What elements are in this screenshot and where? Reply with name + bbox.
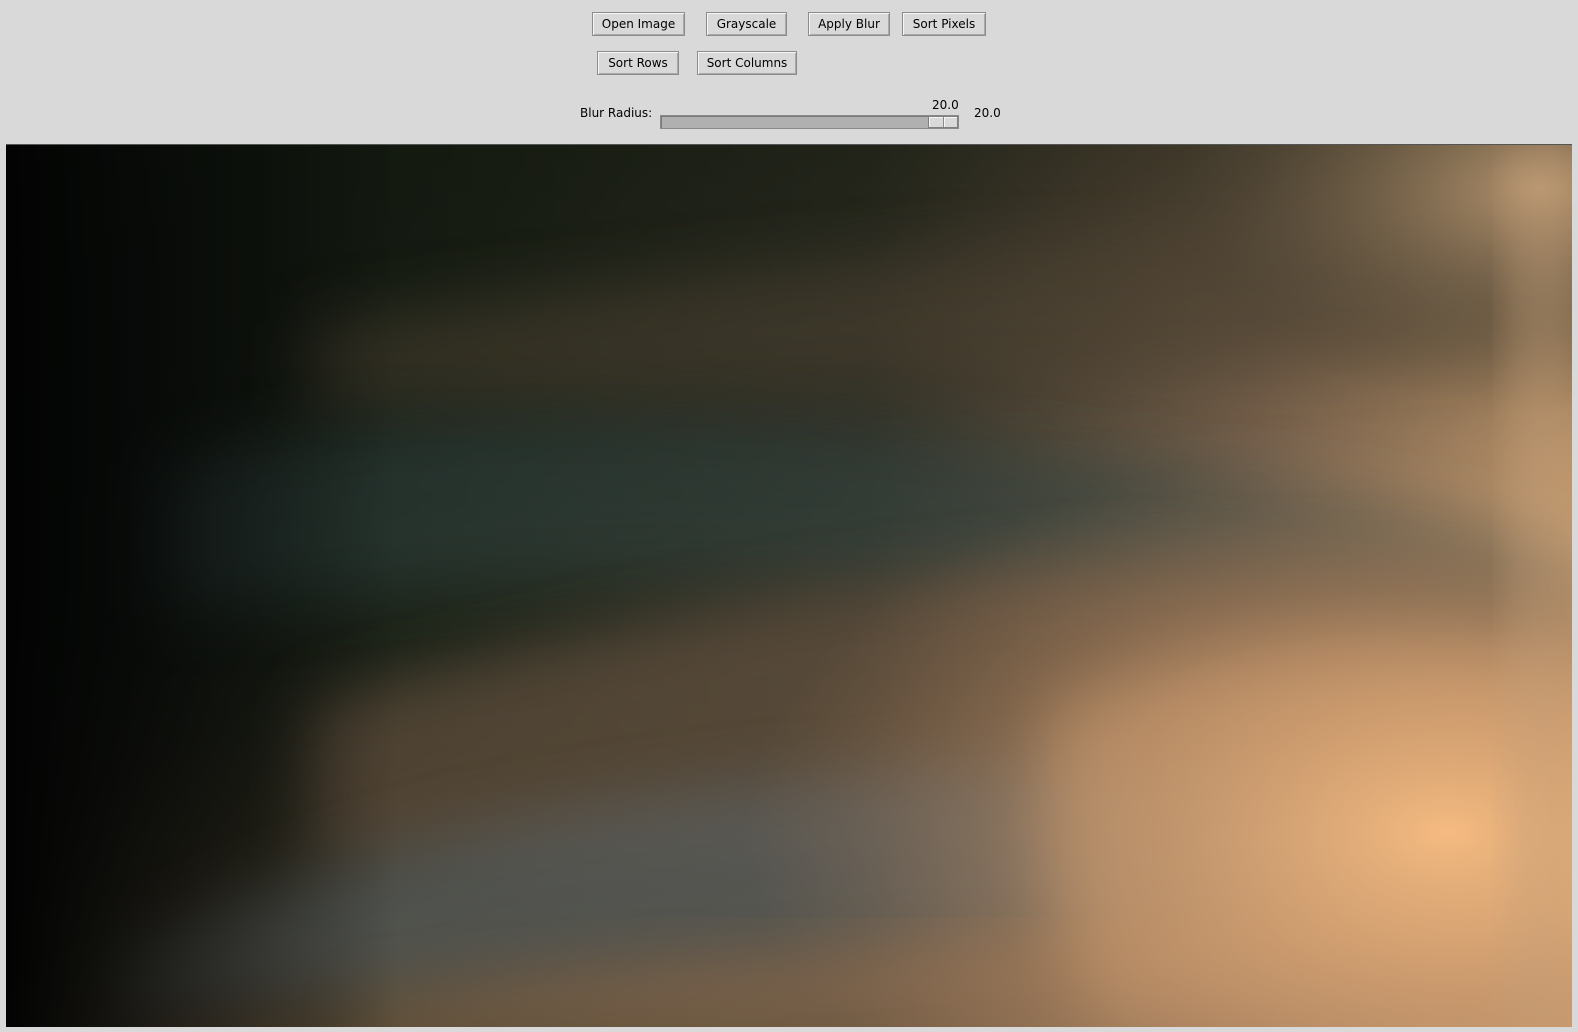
- sort-columns-button[interactable]: Sort Columns: [697, 51, 797, 75]
- open-image-button[interactable]: Open Image: [592, 12, 685, 36]
- apply-blur-button[interactable]: Apply Blur: [808, 12, 890, 36]
- blur-radius-readout: 20.0: [974, 106, 1001, 120]
- grayscale-button[interactable]: Grayscale: [706, 12, 787, 36]
- blur-radius-slider[interactable]: [660, 115, 959, 129]
- image-editor-window: Open Image Grayscale Apply Blur Sort Pix…: [0, 0, 1578, 1032]
- sort-rows-button[interactable]: Sort Rows: [597, 51, 679, 75]
- image-canvas[interactable]: [6, 144, 1572, 1027]
- slider-handle[interactable]: [928, 116, 958, 128]
- blur-radius-label: Blur Radius:: [580, 106, 653, 120]
- slider-value-text: 20.0: [932, 98, 959, 112]
- blurred-image-preview: [6, 145, 1572, 1027]
- sort-pixels-button[interactable]: Sort Pixels: [902, 12, 986, 36]
